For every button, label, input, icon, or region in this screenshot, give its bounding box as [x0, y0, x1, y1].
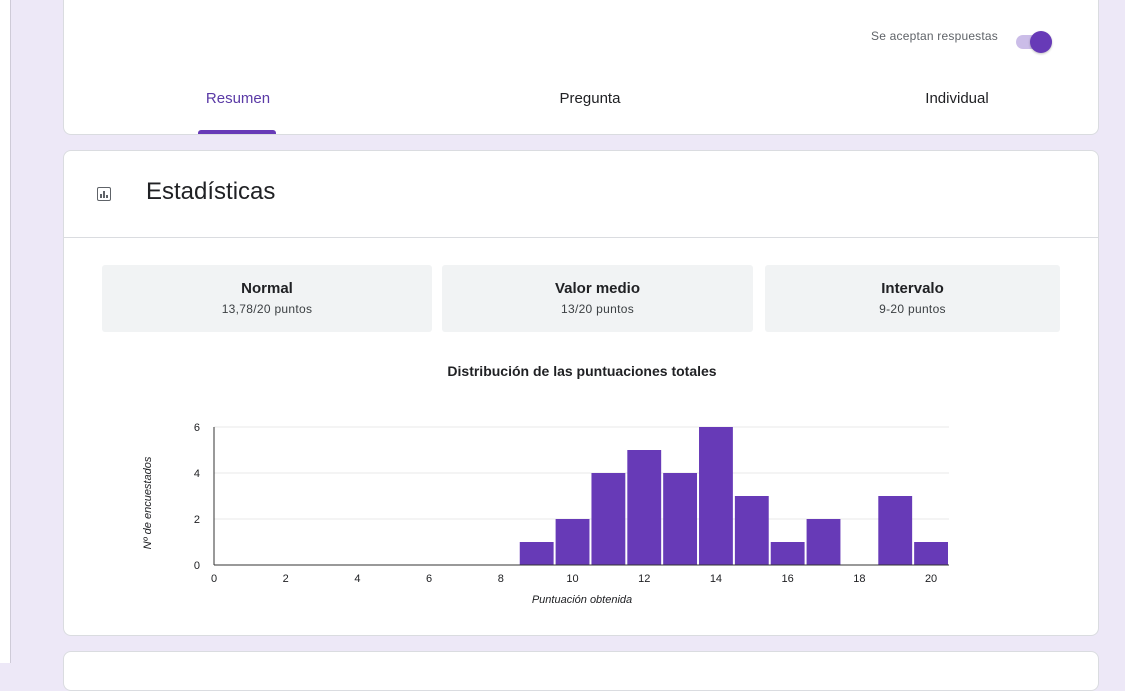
chart-x-tick-label: 14 [710, 573, 722, 585]
next-card [63, 651, 1099, 691]
chart-bar [770, 542, 805, 565]
statistics-card: Estadísticas Normal 13,78/20 puntos Valo… [63, 150, 1099, 636]
chart-x-tick-label: 0 [211, 573, 217, 585]
chart-x-tick-label: 8 [498, 573, 504, 585]
chart-title: Distribución de las puntuaciones totales [447, 363, 716, 379]
chart-bar [627, 450, 662, 565]
chart-x-tick-label: 2 [283, 573, 289, 585]
chart-y-tick-label: 6 [194, 422, 200, 434]
accepting-responses-toggle[interactable] [1016, 31, 1052, 53]
chart-y-tick-label: 0 [194, 560, 200, 572]
chart-x-tick-label: 20 [925, 573, 937, 585]
chart-x-tick-label: 6 [426, 573, 432, 585]
chart-x-tick-label: 18 [853, 573, 865, 585]
chart-bar [555, 519, 590, 565]
chart-x-tick-label: 16 [782, 573, 794, 585]
chart-grid [214, 426, 949, 520]
toggle-knob[interactable] [1030, 31, 1052, 53]
chart-bar [699, 427, 733, 565]
tab-pregunta[interactable]: Pregunta [480, 90, 700, 107]
chart-y-axis-label: Nº de encuestados [142, 456, 154, 549]
chart-bar [914, 542, 948, 565]
chart-x-tick-label: 4 [354, 573, 360, 585]
chart-bar [806, 519, 841, 565]
tab-individual[interactable]: Individual [847, 90, 1067, 107]
left-window-edge [0, 0, 11, 663]
chart-bar [663, 473, 698, 565]
chart-bars [519, 427, 948, 565]
accepting-responses-label: Se aceptan respuestas [871, 29, 998, 43]
chart-y-tick-label: 2 [194, 514, 200, 526]
chart-bar [878, 496, 913, 565]
score-distribution-chart: Distribución de las puntuaciones totales… [142, 363, 949, 606]
chart-x-tick-label: 12 [638, 573, 650, 585]
chart-bar [734, 496, 769, 565]
chart-bar [591, 473, 626, 565]
summary-header-card: Se aceptan respuestas Resumen Pregunta I… [63, 0, 1099, 135]
chart-y-tick-label: 4 [194, 468, 200, 480]
chart-x-axis-label: Puntuación obtenida [532, 594, 632, 606]
tab-resumen[interactable]: Resumen [128, 90, 348, 107]
active-tab-indicator [198, 130, 276, 134]
chart-bar [519, 542, 554, 565]
chart-x-tick-label: 10 [566, 573, 578, 585]
